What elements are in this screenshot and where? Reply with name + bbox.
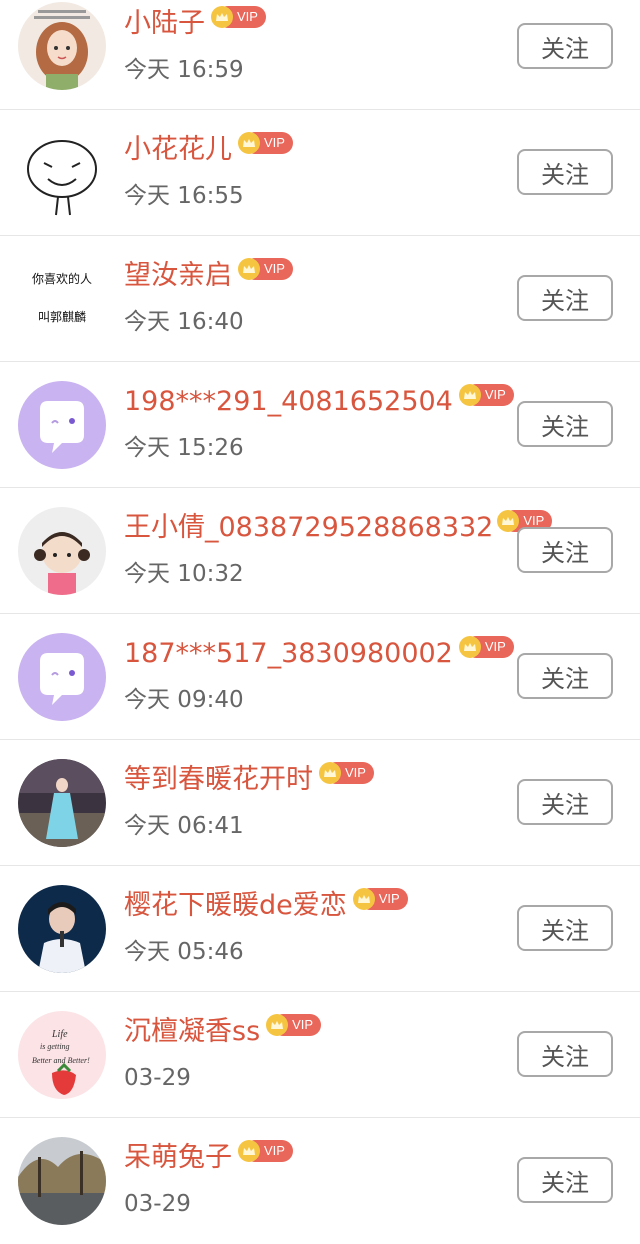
vip-badge: VIP [211, 6, 266, 28]
follow-button[interactable]: 关注 [517, 653, 613, 699]
list-item[interactable]: 等到春暖花开时 VIP 今天 06:41 关注 [0, 740, 640, 866]
vip-badge: VIP [319, 762, 374, 784]
crown-icon [352, 888, 375, 910]
follow-button[interactable]: 关注 [517, 275, 613, 321]
follow-time: 今天 05:46 [124, 939, 244, 965]
list-item[interactable]: Life is getting Better and Better! 沉檀凝香s… [0, 992, 640, 1118]
follow-time: 今天 09:40 [124, 687, 244, 713]
follow-time: 今天 10:32 [124, 561, 244, 587]
crown-icon [458, 636, 481, 658]
vip-badge: VIP [458, 636, 514, 658]
follow-button[interactable]: 关注 [517, 149, 613, 195]
follow-button[interactable]: 关注 [517, 905, 613, 951]
avatar[interactable] [18, 885, 106, 973]
list-item[interactable]: 187***517_3830980002 VIP 今天 09:40 关注 [0, 614, 640, 740]
avatar[interactable] [18, 1137, 106, 1225]
avatar[interactable] [18, 633, 106, 721]
user-name[interactable]: 小陆子 VIP [124, 4, 266, 44]
crown-icon [266, 1014, 289, 1036]
follow-time: 03-29 [124, 1065, 191, 1091]
avatar[interactable]: 你喜欢的人 叫郭麒麟 [18, 255, 106, 343]
vip-badge: VIP [458, 384, 514, 406]
vip-badge: VIP [266, 1014, 322, 1036]
follow-time: 今天 16:59 [124, 57, 244, 83]
follower-list: 小陆子 VIP 今天 16:59 关注 小花花儿 VIP 今天 16:55 关注 你… [0, 0, 640, 1244]
user-name[interactable]: 樱花下暖暖de爱恋 VIP [124, 886, 408, 926]
crown-icon [238, 132, 260, 154]
list-item[interactable]: 小花花儿 VIP 今天 16:55 关注 [0, 110, 640, 236]
user-name[interactable]: 小花花儿 VIP [124, 130, 293, 170]
user-name[interactable]: 王小倩_0838729528868332 VIP [124, 508, 553, 548]
follow-button[interactable]: 关注 [517, 23, 613, 69]
follow-button[interactable]: 关注 [517, 1157, 613, 1203]
follow-time: 今天 16:55 [124, 183, 244, 209]
avatar[interactable] [18, 381, 106, 469]
avatar-text: Life [51, 1029, 68, 1040]
vip-badge: VIP [238, 258, 293, 280]
avatar[interactable] [18, 759, 106, 847]
avatar[interactable] [18, 2, 106, 90]
follow-button[interactable]: 关注 [517, 1031, 613, 1077]
user-name[interactable]: 沉檀凝香ss VIP [124, 1012, 322, 1052]
list-item[interactable]: 樱花下暖暖de爱恋 VIP 今天 05:46 关注 [0, 866, 640, 992]
vip-badge: VIP [238, 132, 293, 154]
vip-badge: VIP [238, 1140, 293, 1162]
user-name[interactable]: 187***517_3830980002 VIP [124, 634, 514, 674]
follow-time: 今天 06:41 [124, 813, 244, 839]
follow-time: 03-29 [124, 1191, 191, 1217]
crown-icon [319, 762, 341, 784]
vip-badge: VIP [352, 888, 408, 910]
avatar[interactable]: Life is getting Better and Better! [18, 1011, 106, 1099]
crown-icon [238, 258, 260, 280]
crown-icon [497, 510, 520, 532]
avatar[interactable] [18, 129, 106, 217]
crown-icon [458, 384, 481, 406]
avatar-text: Better and Better! [32, 1056, 90, 1065]
avatar-text: is getting [40, 1042, 70, 1051]
crown-icon [238, 1140, 260, 1162]
follow-button[interactable]: 关注 [517, 779, 613, 825]
list-item[interactable]: 你喜欢的人 叫郭麒麟 望汝亲启 VIP 今天 16:40 关注 [0, 236, 640, 362]
list-item[interactable]: 198***291_4081652504 VIP 今天 15:26 关注 [0, 362, 640, 488]
follow-time: 今天 16:40 [124, 309, 244, 335]
user-name[interactable]: 等到春暖花开时 VIP [124, 760, 374, 800]
list-item[interactable]: 小陆子 VIP 今天 16:59 关注 [0, 0, 640, 110]
crown-icon [211, 6, 233, 28]
list-item[interactable]: 王小倩_0838729528868332 VIP 今天 10:32 关注 [0, 488, 640, 614]
list-item[interactable]: 呆萌兔子 VIP 03-29 关注 [0, 1118, 640, 1244]
avatar[interactable] [18, 507, 106, 595]
user-name[interactable]: 望汝亲启 VIP [124, 256, 293, 296]
follow-button[interactable]: 关注 [517, 401, 613, 447]
avatar-text: 你喜欢的人 [32, 271, 92, 286]
avatar-text: 叫郭麒麟 [38, 309, 86, 324]
user-name[interactable]: 呆萌兔子 VIP [124, 1138, 293, 1178]
user-name[interactable]: 198***291_4081652504 VIP [124, 382, 514, 422]
follow-time: 今天 15:26 [124, 435, 244, 461]
follow-button[interactable]: 关注 [517, 527, 613, 573]
